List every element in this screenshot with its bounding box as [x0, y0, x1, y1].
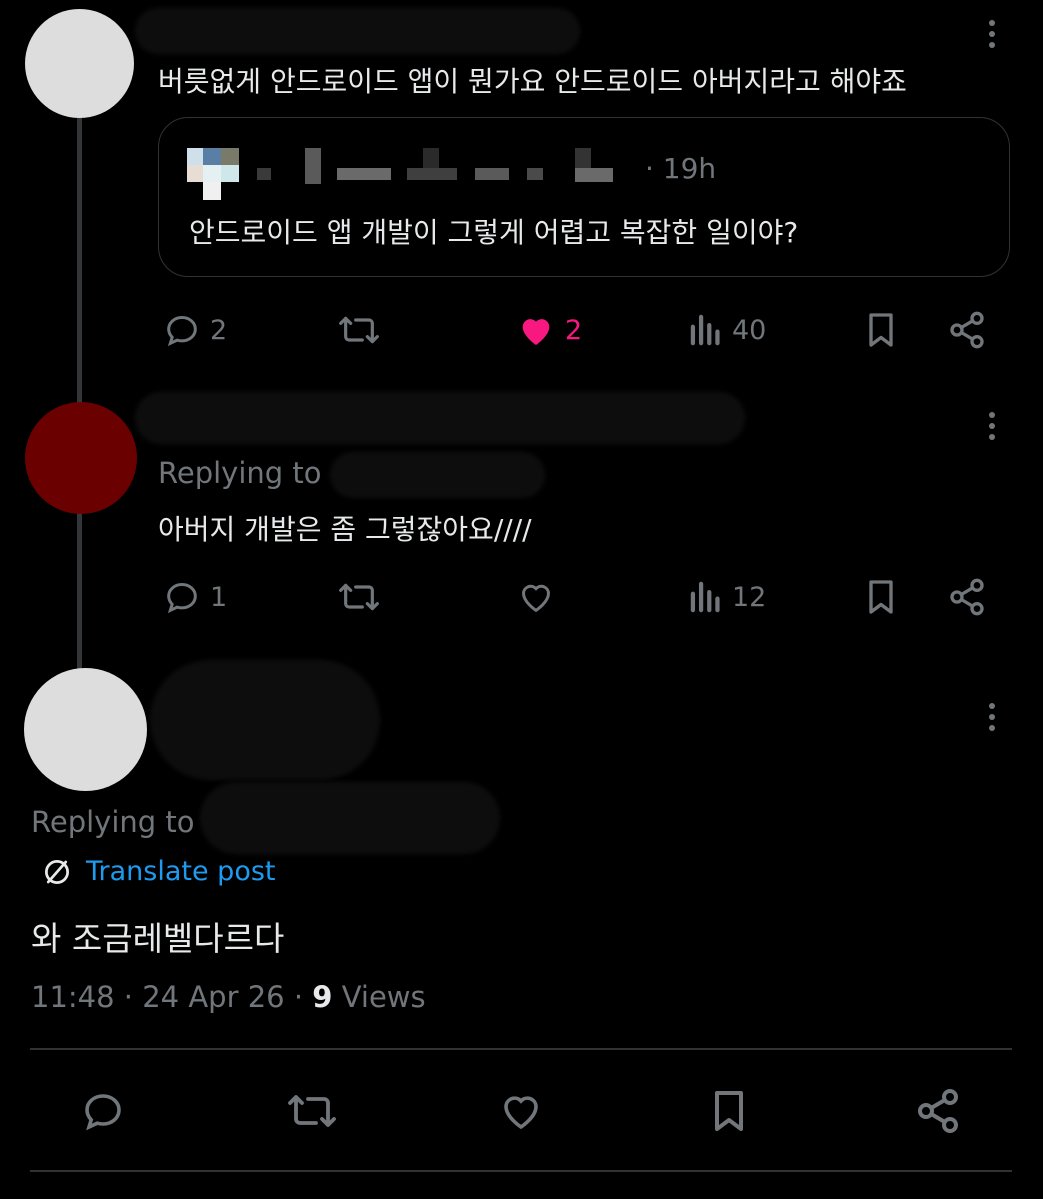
share-icon	[950, 578, 984, 616]
share-icon	[918, 1089, 958, 1133]
share-button[interactable]	[946, 310, 988, 350]
avatar[interactable]	[24, 668, 147, 791]
reply-button[interactable]	[78, 1087, 128, 1135]
translate-post-link[interactable]: Translate post	[42, 856, 276, 887]
like-button[interactable]	[515, 577, 557, 617]
views-count: 12	[732, 581, 767, 613]
views-count: 9	[312, 980, 333, 1014]
divider	[30, 1170, 1012, 1172]
more-icon[interactable]	[980, 14, 1004, 54]
bookmark-icon	[869, 580, 893, 614]
reply-icon	[167, 315, 197, 347]
quoted-post[interactable]: · 19h 안드로이드 앱 개발이 그렇게 어렵고 복잡한 일이야?	[158, 117, 1010, 277]
heart-icon	[504, 1096, 538, 1130]
avatar[interactable]	[25, 402, 137, 514]
views-icon	[690, 581, 720, 613]
like-count: 2	[565, 314, 583, 346]
post-timestamp[interactable]: 11:48 · 24 Apr 26 ·	[31, 980, 312, 1014]
retweet-button[interactable]	[336, 310, 382, 350]
reply-count: 2	[210, 314, 228, 346]
retweet-button[interactable]	[283, 1087, 341, 1135]
share-button[interactable]	[912, 1087, 964, 1135]
bookmark-icon	[869, 313, 893, 347]
like-button[interactable]	[495, 1087, 547, 1135]
views-count: 40	[732, 314, 767, 346]
share-icon	[950, 311, 984, 349]
post-meta: 11:48 · 24 Apr 26 · 9 Views	[31, 980, 426, 1014]
more-icon[interactable]	[980, 697, 1004, 737]
redacted-username	[150, 660, 380, 780]
reply-button[interactable]: 2	[162, 310, 227, 350]
redacted-username	[135, 8, 580, 54]
retweet-button[interactable]	[336, 577, 382, 617]
translate-post-label: Translate post	[86, 856, 276, 887]
reply-icon	[85, 1094, 121, 1131]
retweet-icon	[339, 316, 379, 344]
bookmark-button[interactable]	[705, 1087, 753, 1135]
divider	[30, 1048, 1012, 1050]
replying-to-label: Replying to	[31, 805, 195, 839]
thread-line	[77, 118, 82, 403]
post-text: 와 조금레벨다르다	[31, 919, 285, 958]
bookmark-icon	[715, 1091, 743, 1131]
redacted-handle[interactable]	[330, 452, 545, 498]
views-button[interactable]: 40	[688, 310, 766, 350]
quoted-timestamp: · 19h	[645, 152, 717, 185]
reply-icon	[167, 582, 197, 614]
retweet-icon	[339, 583, 379, 611]
views-button[interactable]: 12	[688, 577, 766, 617]
pixelated-username	[257, 146, 617, 186]
like-button[interactable]: 2	[515, 310, 582, 350]
heart-icon	[521, 584, 551, 613]
quoted-avatar	[187, 148, 239, 200]
heart-icon	[522, 319, 550, 345]
bookmark-button[interactable]	[862, 577, 900, 617]
redacted-username	[135, 392, 745, 444]
quoted-text: 안드로이드 앱 개발이 그렇게 어렵고 복잡한 일이야?	[189, 216, 799, 249]
retweet-icon	[288, 1095, 336, 1127]
thread-line	[77, 512, 82, 670]
share-button[interactable]	[946, 577, 988, 617]
reply-button[interactable]: 1	[162, 577, 227, 617]
post-text: 버릇없게 안드로이드 앱이 뭔가요 안드로이드 아버지라고 해야죠	[158, 65, 907, 98]
reply-count: 1	[210, 581, 228, 613]
replying-to-label: Replying to	[158, 456, 322, 490]
more-icon[interactable]	[980, 406, 1004, 446]
translate-icon	[45, 859, 69, 884]
views-icon	[690, 314, 720, 346]
avatar[interactable]	[25, 9, 134, 118]
redacted-handle[interactable]	[200, 782, 500, 854]
post-text: 아버지 개발은 좀 그렇잖아요////	[158, 513, 532, 546]
views-label: Views	[332, 980, 426, 1014]
bookmark-button[interactable]	[862, 310, 900, 350]
